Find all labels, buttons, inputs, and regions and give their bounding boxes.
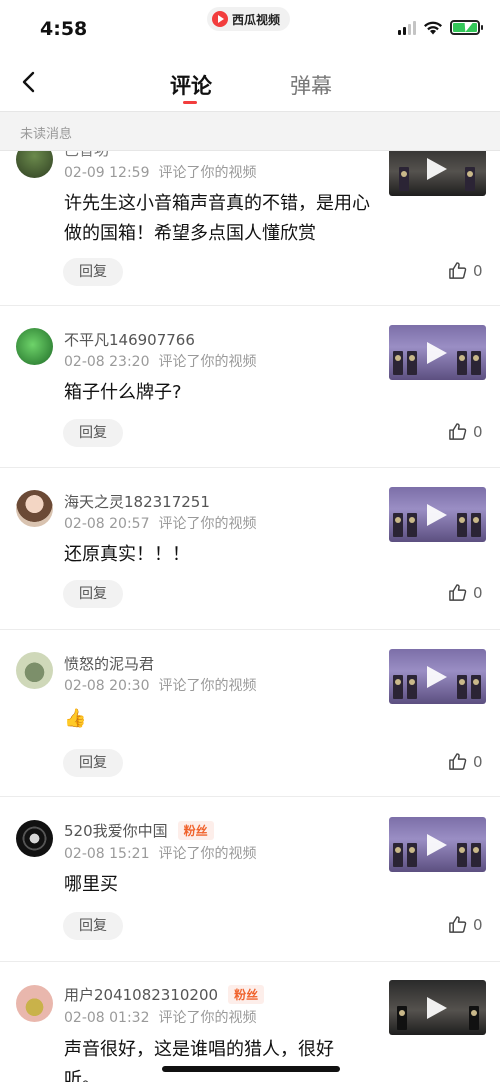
active-tab-indicator [183,101,197,104]
thumbs-up-icon [449,916,467,933]
reply-button[interactable]: 回复 [63,419,123,447]
like-count: 0 [473,583,483,602]
like-count: 0 [473,915,483,934]
comment-username[interactable]: 巴音功 [64,151,109,160]
like-button[interactable]: 0 [448,752,483,771]
avatar[interactable] [16,490,53,527]
status-time: 4:58 [40,18,88,40]
like-count: 0 [473,261,483,280]
comment-meta: 02-08 20:30 评论了你的视频 [64,678,257,694]
list-item: 用户2041082310200 粉丝 02-08 01:32 评论了你的视频 声音很… [0,962,500,1082]
thumbs-up-icon [449,753,467,770]
comment-meta: 02-08 23:20 评论了你的视频 [64,354,257,370]
play-icon [427,158,447,180]
like-button[interactable]: 0 [448,583,483,602]
play-icon [427,342,447,364]
like-count: 0 [473,422,483,441]
status-bar: 4:58 西瓜视频 [0,0,500,56]
comment-username[interactable]: 海天之灵182317251 [64,491,210,512]
reply-button[interactable]: 回复 [63,912,123,940]
comment-list[interactable]: 巴音功 02-09 12:59评论了你的视频 许先生这小音箱声音真的不错，是用心… [0,151,500,1082]
avatar[interactable] [16,151,53,178]
like-button[interactable]: 0 [448,261,483,280]
app-indicator-pill[interactable]: 西瓜视频 [207,7,291,31]
fan-badge: 粉丝 [228,985,265,1004]
comment-meta: 02-09 12:59 评论了你的视频 [64,165,257,181]
wifi-icon [424,21,442,35]
list-item: 海天之灵182317251 02-08 20:57 评论了你的视频 还原真实！！！… [0,468,500,630]
xigua-logo-icon [212,11,228,27]
top-nav: 评论 弹幕 [0,56,500,110]
video-thumbnail[interactable] [389,151,486,196]
comment-text: 许先生这小音箱声音真的不错，是用心做的国箱！希望多点国人懂欣赏 [64,193,370,244]
video-thumbnail[interactable] [389,980,486,1035]
tab-comments[interactable]: 评论 [170,70,212,100]
battery-charging-icon [450,20,483,35]
comment-username[interactable]: 用户2041082310200 粉丝 [64,984,265,1005]
chevron-left-icon[interactable] [18,70,42,94]
comment-meta: 02-08 20:57 评论了你的视频 [64,516,257,532]
thumbs-up-icon [449,584,467,601]
play-icon [427,997,447,1019]
screen: 4:58 西瓜视频 评论 弹幕 未读消息 02-09 12:59 评论了你的视频… [0,0,500,1082]
play-icon [427,504,447,526]
comment-username[interactable]: 不平凡146907766 [64,329,195,350]
list-item: 不平凡146907766 02-08 23:20 评论了你的视频 箱子什么牌子? … [0,306,500,468]
reply-button[interactable]: 回复 [63,580,123,608]
list-item: 愤怒的泥马君 02-08 20:30 评论了你的视频 👍 回复 0 [0,630,500,797]
app-name: 西瓜视频 [232,12,281,27]
thumbs-up-icon [449,262,467,279]
avatar[interactable] [16,985,53,1022]
avatar[interactable] [16,328,53,365]
comment-username[interactable]: 愤怒的泥马君 [64,653,154,674]
comment-meta: 02-08 01:32 评论了你的视频 [64,1010,257,1026]
home-indicator[interactable] [162,1066,340,1072]
comment-text: 还原真实！！！ [64,544,190,565]
status-icons [398,20,483,35]
comment-username[interactable]: 520我爱你中国 粉丝 [64,820,214,841]
play-icon [427,834,447,856]
list-item: 巴音功 02-09 12:59评论了你的视频 许先生这小音箱声音真的不错，是用心… [0,151,500,306]
comment-text: 声音很好，这是谁唱的猎人，很好听。 [64,1039,334,1082]
comment-text: 哪里买 [64,874,118,895]
fan-badge: 粉丝 [177,821,214,840]
play-icon [427,666,447,688]
video-thumbnail[interactable] [389,649,486,704]
avatar[interactable] [16,652,53,689]
like-button[interactable]: 0 [448,915,483,934]
unread-messages-header: 未读消息 [0,111,500,151]
reply-button[interactable]: 回复 [63,749,123,777]
list-item: 520我爱你中国 粉丝 02-08 15:21 评论了你的视频 哪里买 回复 0 [0,797,500,962]
video-thumbnail[interactable] [389,817,486,872]
video-thumbnail[interactable] [389,325,486,380]
like-count: 0 [473,752,483,771]
cellular-signal-icon [398,20,416,35]
tab-danmaku[interactable]: 弹幕 [290,70,332,100]
comment-text: 👍 [64,708,87,729]
avatar[interactable] [16,820,53,857]
thumbs-up-icon [449,423,467,440]
comment-text: 箱子什么牌子? [64,382,182,403]
like-button[interactable]: 0 [448,422,483,441]
comment-meta: 02-08 15:21 评论了你的视频 [64,846,257,862]
reply-button[interactable]: 回复 [63,258,123,286]
video-thumbnail[interactable] [389,487,486,542]
